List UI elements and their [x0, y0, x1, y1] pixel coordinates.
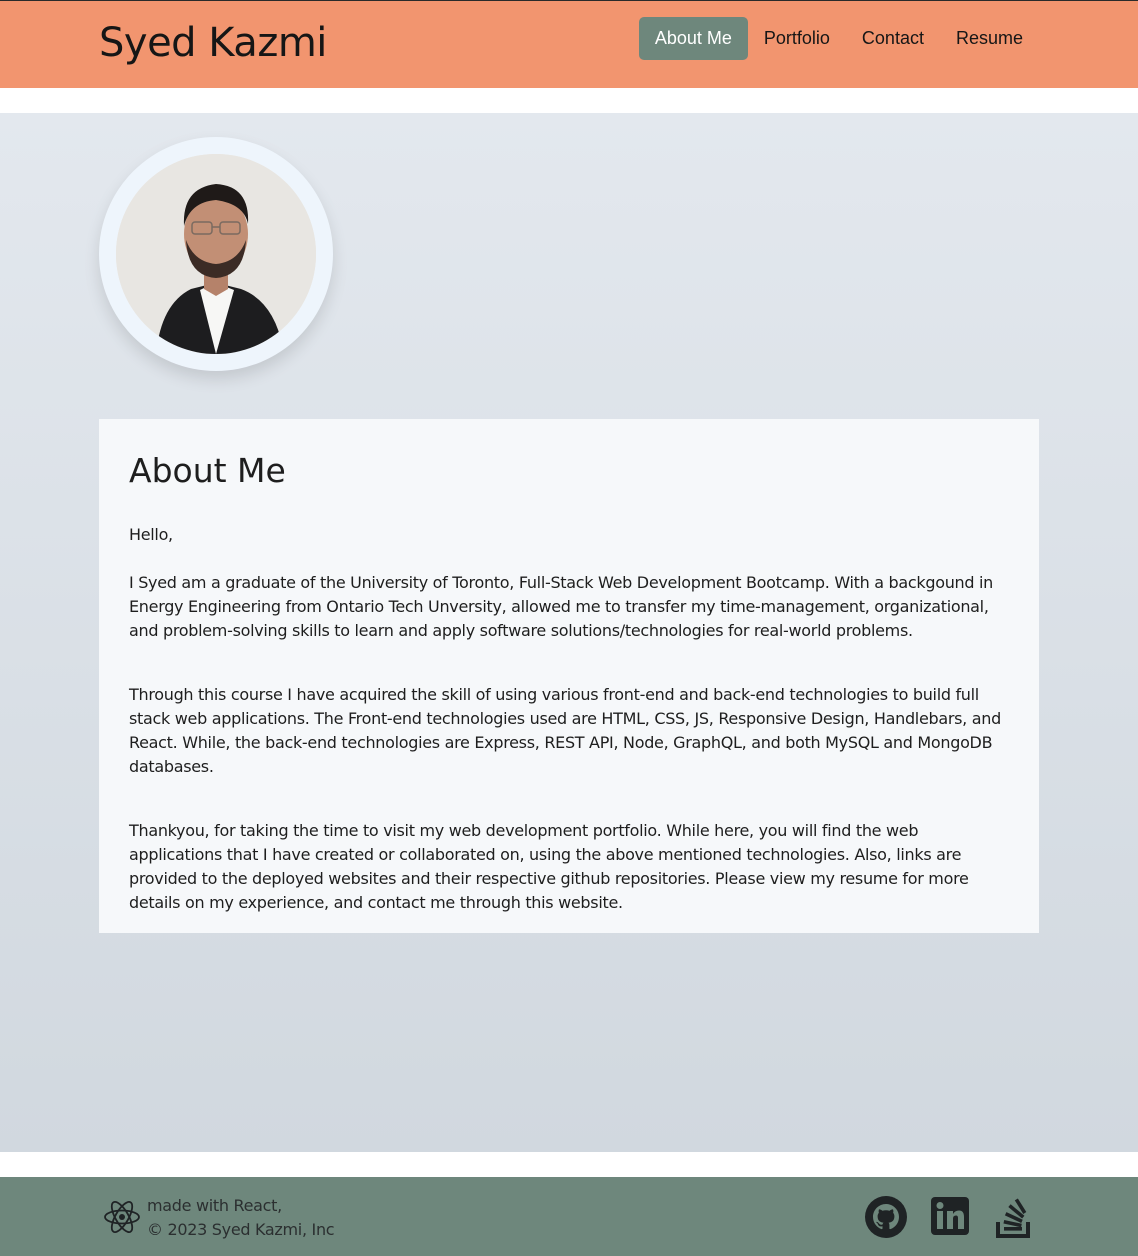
react-icon: [103, 1198, 141, 1236]
about-paragraph-3: Thankyou, for taking the time to visit m…: [129, 821, 969, 912]
stackoverflow-icon[interactable]: [993, 1194, 1035, 1240]
site-title[interactable]: Syed Kazmi: [99, 19, 327, 67]
nav-resume[interactable]: Resume: [940, 17, 1039, 60]
social-links: [865, 1194, 1035, 1240]
about-greeting: Hello,: [129, 525, 173, 544]
footer-credits: made with React, © 2023 Syed Kazmi, Inc: [147, 1194, 335, 1242]
about-heading: About Me: [129, 451, 286, 490]
site-header: Syed Kazmi About Me Portfolio Contact Re…: [0, 0, 1138, 88]
copyright-text: © 2023 Syed Kazmi, Inc: [147, 1220, 335, 1239]
main-nav: About Me Portfolio Contact Resume: [638, 17, 1039, 60]
nav-about-me[interactable]: About Me: [638, 17, 748, 60]
profile-photo: [116, 154, 316, 354]
profile-photo-frame: [99, 137, 333, 371]
linkedin-icon[interactable]: [929, 1194, 971, 1240]
about-card: About Me Hello, I Syed am a graduate of …: [99, 419, 1039, 933]
about-paragraph-2: Through this course I have acquired the …: [129, 685, 1001, 776]
nav-portfolio[interactable]: Portfolio: [748, 17, 846, 60]
nav-contact[interactable]: Contact: [846, 17, 940, 60]
about-section: About Me Hello, I Syed am a graduate of …: [0, 113, 1138, 1152]
made-with-text: made with React,: [147, 1196, 282, 1215]
github-icon[interactable]: [865, 1194, 907, 1240]
site-footer: made with React, © 2023 Syed Kazmi, Inc: [0, 1177, 1138, 1256]
about-paragraph-1: I Syed am a graduate of the University o…: [129, 573, 994, 640]
